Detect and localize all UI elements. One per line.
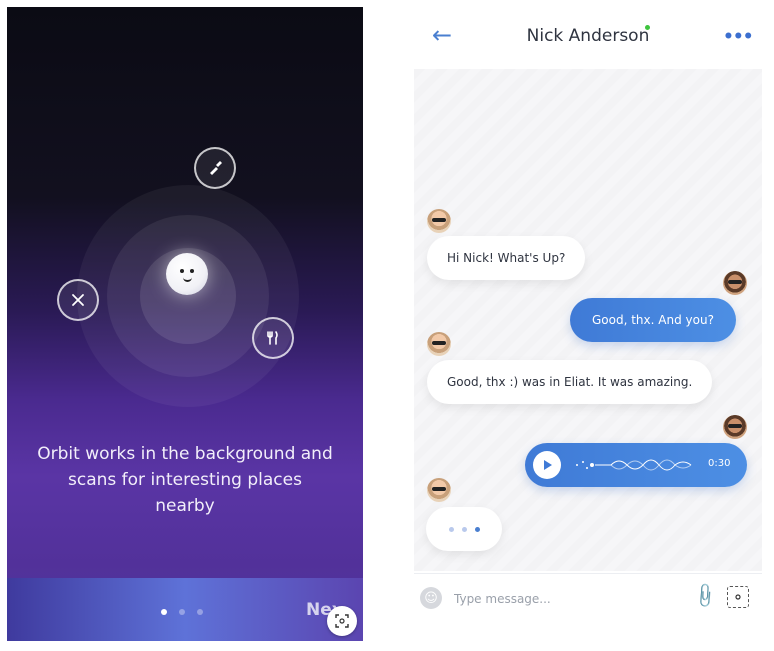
message-bubble-incoming: Hi Nick! What's Up? [427,236,586,280]
paperclip-icon[interactable]: 📎 [690,581,719,610]
flashlight-icon [194,147,236,189]
message-list: Hi Nick! What's Up? Good, thx. And you? … [414,69,762,571]
chat-screen: ← Nick Anderson ••• Hi Nick! What's Up? … [414,7,762,641]
scan-icon[interactable] [327,606,357,636]
avatar [723,271,747,295]
avatar [427,478,451,502]
tools-icon [57,279,99,321]
online-status-dot [645,25,650,30]
avatar [723,415,747,439]
typing-dot [448,526,454,532]
scan-icon[interactable] [727,586,749,608]
voice-waveform [576,459,692,471]
onboarding-screen: Orbit works in the background and scans … [7,7,363,641]
page-dot-1[interactable] [161,609,167,615]
avatar [427,332,451,356]
typing-dot [474,526,480,532]
avatar [427,209,451,233]
contact-name: Nick Anderson [526,26,650,46]
onboarding-description: Orbit works in the background and scans … [37,444,333,516]
page-dot-3[interactable] [197,609,203,615]
message-input[interactable] [452,586,676,612]
onboarding-footer: Next [7,578,363,641]
fork-knife-icon [252,317,294,359]
page-dot-2[interactable] [179,609,185,615]
voice-message: 0:30 [525,443,747,487]
play-icon[interactable] [533,451,561,479]
message-bubble-incoming: Good, thx :) was in Eliat. It was amazin… [427,360,713,404]
voice-duration: 0:30 [708,458,731,469]
message-bubble-outgoing: Good, thx. And you? [570,298,736,342]
page-indicator [161,609,203,615]
emoji-icon[interactable]: ☺ [420,587,442,609]
more-options-icon[interactable]: ••• [723,27,754,47]
typing-indicator [426,507,502,551]
orbit-mascot [166,253,208,295]
chat-header: ← Nick Anderson ••• [414,7,762,69]
message-composer: ☺ 📎 [414,573,762,622]
typing-dot [461,526,467,532]
